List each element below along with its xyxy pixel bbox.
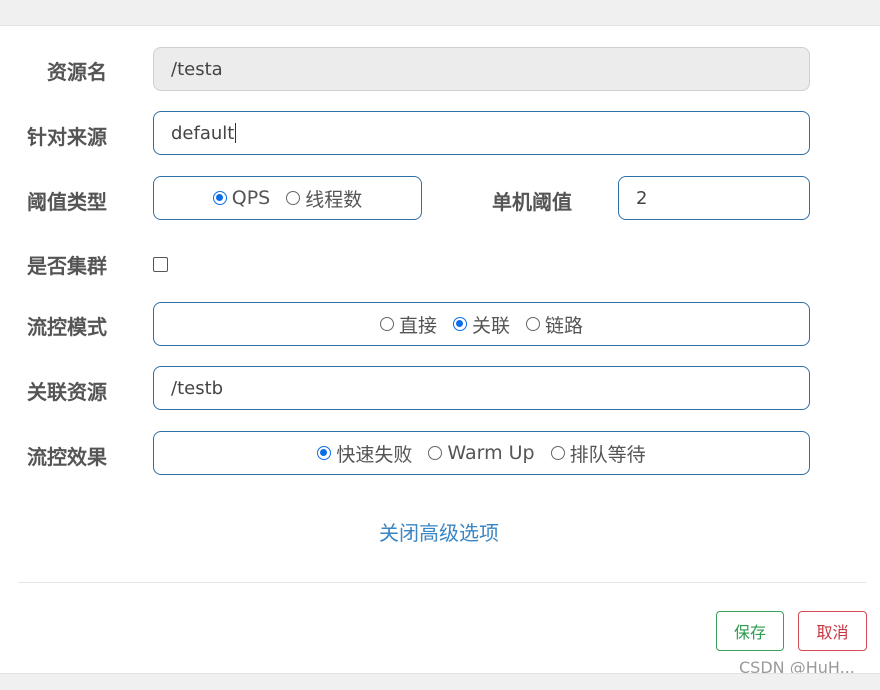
control-behavior-option[interactable]: Warm Up <box>428 442 535 464</box>
text-caret <box>235 123 237 143</box>
ref-resource-input[interactable]: /testb <box>153 366 810 410</box>
cluster-mode-label: 是否集群 <box>27 254 107 278</box>
threshold-type-option-label: 线程数 <box>305 188 363 211</box>
threshold-type-option[interactable]: QPS <box>212 187 271 209</box>
strategy-group: 直接 关联 链路 <box>153 302 810 346</box>
control-behavior-option-label: 快速失败 <box>336 443 413 466</box>
resource-name-label: 资源名 <box>47 60 107 84</box>
single-threshold-label: 单机阈值 <box>492 190 572 214</box>
save-button[interactable]: 保存 <box>716 611 784 651</box>
strategy-option[interactable]: 关联 <box>452 311 510 338</box>
limit-app-label: 针对来源 <box>27 125 107 149</box>
control-behavior-group: 快速失败 Warm Up 排队等待 <box>153 431 810 475</box>
strategy-option-label: 直接 <box>398 314 437 337</box>
threshold-type-label: 阈值类型 <box>27 190 107 214</box>
cluster-mode-checkbox[interactable] <box>153 257 168 272</box>
limit-app-input[interactable]: default <box>153 111 810 155</box>
threshold-type-option[interactable]: 线程数 <box>286 185 362 212</box>
resource-name-value: /testa <box>171 58 223 80</box>
dialog-top-bar <box>0 0 880 26</box>
ref-resource-label: 关联资源 <box>27 380 107 404</box>
threshold-type-group: QPS 线程数 <box>153 176 422 220</box>
radio-checked-icon[interactable] <box>212 191 227 205</box>
advanced-options-toggle[interactable]: 关闭高级选项 <box>379 517 499 546</box>
control-behavior-option-label: 排队等待 <box>569 443 646 466</box>
strategy-option-label: 链路 <box>545 314 584 337</box>
strategy-option[interactable]: 链路 <box>526 311 583 338</box>
radio-unchecked-icon[interactable] <box>286 191 301 205</box>
control-behavior-option[interactable]: 快速失败 <box>317 440 412 467</box>
strategy-label: 流控模式 <box>27 315 107 339</box>
limit-app-value-wrap: default <box>171 112 237 154</box>
radio-unchecked-icon[interactable] <box>550 446 565 460</box>
radio-unchecked-icon[interactable] <box>379 317 394 331</box>
single-threshold-value: 2 <box>636 187 648 209</box>
strategy-option-label: 关联 <box>471 314 510 337</box>
ref-resource-value: /testb <box>171 377 224 399</box>
control-behavior-option[interactable]: 排队等待 <box>550 440 646 467</box>
cancel-button[interactable]: 取消 <box>798 611 867 651</box>
footer-divider <box>18 582 866 583</box>
strategy-option[interactable]: 直接 <box>379 311 437 338</box>
single-threshold-input[interactable]: 2 <box>618 176 810 220</box>
radio-checked-icon[interactable] <box>317 446 332 460</box>
dialog-bottom-bar <box>0 673 880 690</box>
threshold-type-option-label: QPS <box>231 187 271 209</box>
radio-checked-icon[interactable] <box>452 317 467 331</box>
radio-unchecked-icon[interactable] <box>526 317 540 331</box>
control-behavior-label: 流控效果 <box>27 445 107 469</box>
radio-unchecked-icon[interactable] <box>428 446 443 460</box>
resource-name-input: /testa <box>153 47 810 91</box>
control-behavior-option-label: Warm Up <box>447 442 535 464</box>
limit-app-value: default <box>171 122 235 144</box>
